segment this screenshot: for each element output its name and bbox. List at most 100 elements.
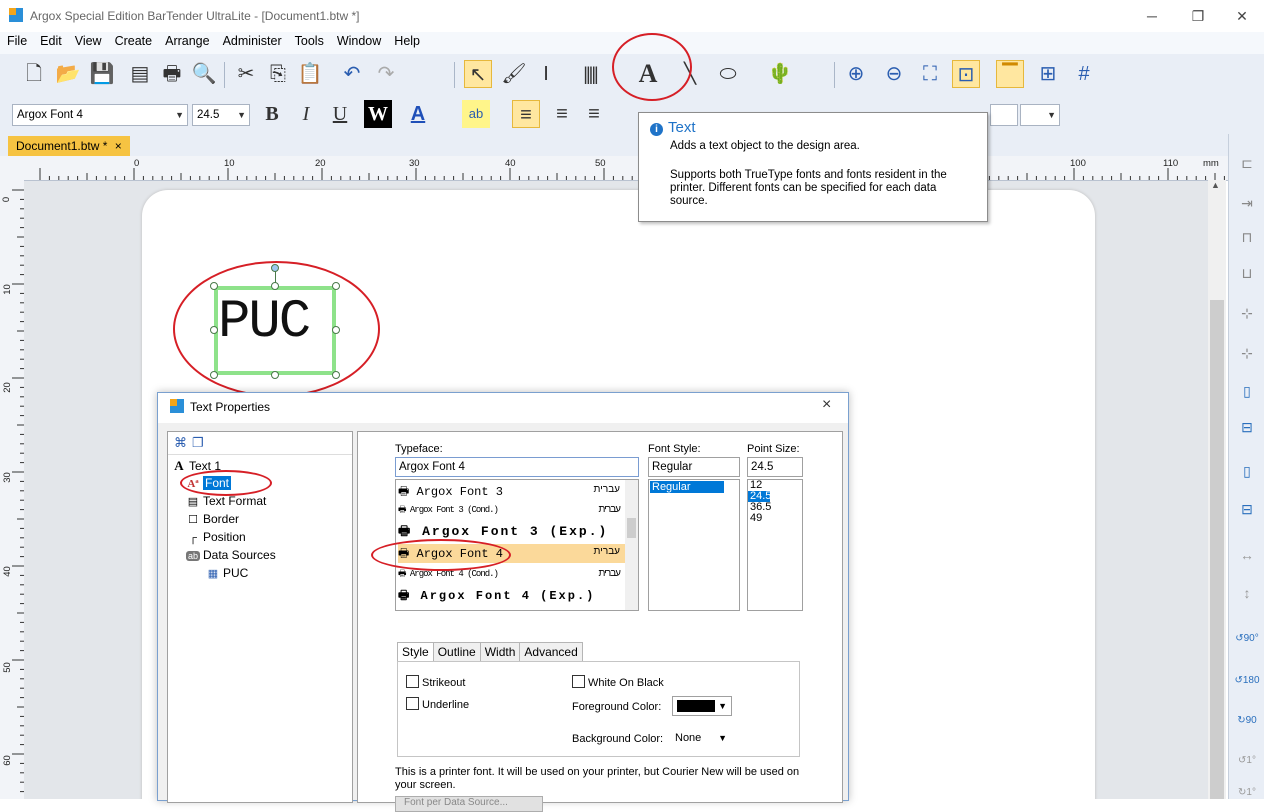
white-on-black-button[interactable]: W <box>364 100 392 128</box>
distribute-vertical-icon[interactable]: ⊹ <box>1233 340 1261 366</box>
tree-item-data-sources[interactable]: ab Data Sources <box>186 548 276 562</box>
strikeout-checkbox[interactable]: Strikeout <box>406 675 465 689</box>
zoom-out-icon[interactable]: ⊖ <box>880 60 908 88</box>
font-name-combo[interactable]: Argox Font 4 ▼ <box>12 104 188 126</box>
text-cursor-icon[interactable]: I <box>532 60 560 88</box>
rotate-1-icon[interactable]: ↺1° <box>1233 748 1261 774</box>
font-per-data-source-button[interactable]: Font per Data Source... <box>395 796 543 812</box>
menu-tools[interactable]: Tools <box>288 32 330 48</box>
scroll-up-icon[interactable]: ▲ <box>1211 180 1220 190</box>
italic-button[interactable]: I <box>292 100 320 128</box>
bold-button[interactable]: B <box>258 100 286 128</box>
white-on-black-checkbox[interactable]: White On Black <box>572 675 664 689</box>
open-folder-icon[interactable]: 📂 <box>54 60 82 88</box>
zoom-page-icon[interactable]: ⊡ <box>952 60 980 88</box>
typeface-option[interactable]: 🖶 Argox Font 3 (Cond.) עברית <box>398 502 626 521</box>
point-size-list[interactable]: 12 24.5 36.5 49 <box>747 479 803 611</box>
align-centers-icon[interactable]: ⇥ <box>1233 190 1261 216</box>
grid-icon[interactable]: # <box>1070 60 1098 88</box>
rotate-90-icon[interactable]: ↺90° <box>1233 626 1261 652</box>
distribute-horizontal-icon[interactable]: ⊹ <box>1233 300 1261 326</box>
typeface-option[interactable]: 🖶 Argox Font 3 עברית <box>398 482 626 501</box>
format-painter-icon[interactable]: 🖌 <box>500 60 528 88</box>
typeface-scrollbar[interactable] <box>625 480 638 610</box>
rotate-180-icon[interactable]: ↺180 <box>1233 668 1261 694</box>
dialog-close-button[interactable]: × <box>822 396 831 414</box>
line-style-combo[interactable]: ▼ <box>1020 104 1060 126</box>
barcode-icon[interactable]: ||||| <box>576 60 604 88</box>
document-tab[interactable]: Document1.btw * × <box>8 136 130 156</box>
size-option[interactable]: 49 <box>748 513 802 524</box>
align-center-icon[interactable]: ≡ <box>548 100 576 128</box>
paste-icon[interactable]: 📋 <box>296 60 324 88</box>
tree-item-text-format[interactable]: ▤ Text Format <box>186 494 267 508</box>
menu-view[interactable]: View <box>68 32 108 48</box>
new-document-icon[interactable]: 🗋 <box>20 60 48 88</box>
style-option-selected[interactable]: Regular <box>650 481 724 493</box>
select-pointer-icon[interactable]: ↖ <box>464 60 492 88</box>
center-on-page-horizontal-icon[interactable]: ▯ <box>1233 458 1261 484</box>
zoom-fit-icon[interactable]: ⛶ <box>916 60 944 88</box>
collapse-icon[interactable]: ❐ <box>192 435 204 451</box>
font-color-button[interactable]: A <box>404 100 432 128</box>
shape-icon[interactable]: ⬭ <box>714 60 742 88</box>
cut-icon[interactable]: ✂ <box>232 60 260 88</box>
zoom-in-icon[interactable]: ⊕ <box>842 60 870 88</box>
print-icon[interactable]: 🖶 <box>158 60 186 88</box>
align-left-icon[interactable]: ≡ <box>512 100 540 128</box>
expand-all-icon[interactable]: ⌘ <box>174 435 187 451</box>
point-size-input[interactable]: 24.5 <box>747 457 803 477</box>
font-size-combo[interactable]: 24.5 ▼ <box>192 104 250 126</box>
underline-button[interactable]: U <box>326 100 354 128</box>
minimize-button[interactable]: ─ <box>1132 4 1172 28</box>
undo-icon[interactable]: ↶ <box>338 60 366 88</box>
menu-create[interactable]: Create <box>108 32 159 48</box>
tree-item-border[interactable]: ☐ Border <box>186 512 239 526</box>
scrollbar-thumb[interactable] <box>1210 300 1224 799</box>
border-width-combo[interactable] <box>990 104 1018 126</box>
save-icon[interactable]: 💾 <box>88 60 116 88</box>
tab-outline[interactable]: Outline <box>432 642 481 662</box>
same-height-icon[interactable]: ↕ <box>1233 580 1261 606</box>
typeface-option[interactable]: 🖶 Argox Font 4 (Exp.) <box>398 586 626 605</box>
foreground-color-select[interactable]: ▼ <box>672 696 732 716</box>
rotate-1-cw-icon[interactable]: ↻1° <box>1233 780 1261 806</box>
close-tab-icon[interactable]: × <box>115 139 122 153</box>
center-on-page-vertical-icon[interactable]: ⊟ <box>1233 496 1261 522</box>
align-left-edges-icon[interactable]: ⊏ <box>1233 150 1261 176</box>
align-top-icon[interactable]: ⊓ <box>1233 224 1261 250</box>
font-style-list[interactable]: Regular <box>648 479 740 611</box>
center-horizontal-icon[interactable]: ▯ <box>1233 378 1261 404</box>
redo-icon[interactable]: ↷ <box>372 60 400 88</box>
tree-item-position[interactable]: ┌ Position <box>186 530 246 544</box>
rotate-90-cw-icon[interactable]: ↻90 <box>1233 708 1261 734</box>
tab-width[interactable]: Width <box>479 642 521 662</box>
menu-arrange[interactable]: Arrange <box>158 32 215 48</box>
font-style-input[interactable]: Regular <box>648 457 740 477</box>
tab-advanced[interactable]: Advanced <box>519 642 583 662</box>
same-width-icon[interactable]: ↔ <box>1233 542 1261 568</box>
align-bottom-icon[interactable]: ⊔ <box>1233 260 1261 286</box>
underline-checkbox[interactable]: Underline <box>406 697 469 711</box>
copy-icon[interactable]: ⎘ <box>264 60 292 88</box>
picture-icon[interactable]: 🌵 <box>766 60 794 88</box>
scrollbar-thumb[interactable] <box>627 518 636 538</box>
background-color-select[interactable]: None ▼ <box>672 728 732 748</box>
print-preview-icon[interactable]: 🔍 <box>190 60 218 88</box>
rulers-icon[interactable]: ▔ <box>996 60 1024 88</box>
menu-edit[interactable]: Edit <box>33 32 68 48</box>
page-setup-icon[interactable]: ▤ <box>126 60 154 88</box>
snap-guides-icon[interactable]: ⊞ <box>1034 60 1062 88</box>
menu-administer[interactable]: Administer <box>216 32 288 48</box>
restore-button[interactable]: ❐ <box>1178 4 1218 28</box>
align-right-icon[interactable]: ≡ <box>580 100 608 128</box>
menu-file[interactable]: File <box>0 32 33 48</box>
close-window-button[interactable]: ✕ <box>1222 4 1262 28</box>
menu-window[interactable]: Window <box>330 32 387 48</box>
center-vertical-icon[interactable]: ⊟ <box>1233 414 1261 440</box>
typeface-input[interactable]: Argox Font 4 <box>395 457 639 477</box>
tab-style[interactable]: Style <box>397 642 434 662</box>
menu-help[interactable]: Help <box>387 32 426 48</box>
highlight-button[interactable]: ab <box>462 100 490 128</box>
tree-item-puc[interactable]: ▦ PUC <box>206 566 249 580</box>
